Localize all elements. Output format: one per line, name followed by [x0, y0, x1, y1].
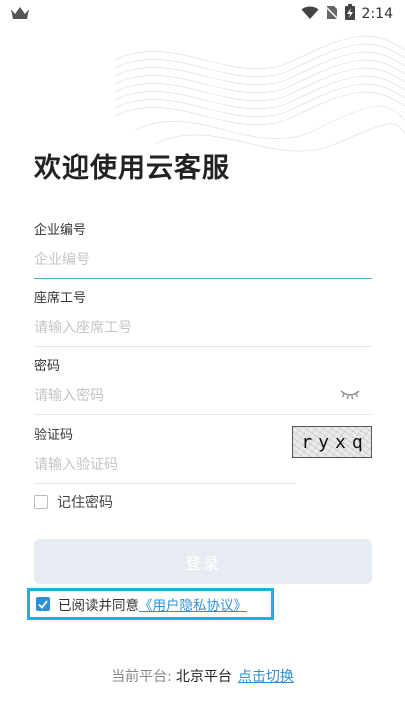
captcha-input[interactable]: [34, 455, 284, 475]
check-icon: [38, 599, 48, 609]
captcha-underline: [34, 483, 296, 484]
crown-icon: [10, 5, 30, 24]
company-input[interactable]: [34, 250, 372, 270]
status-bar: 2:14: [0, 0, 405, 28]
remember-label: 记住密码: [57, 495, 113, 511]
remember-checkbox[interactable]: [34, 495, 48, 509]
battery-charging-icon: [344, 4, 355, 24]
company-label: 企业编号: [34, 223, 87, 238]
captcha-image[interactable]: ryxq: [292, 426, 372, 458]
wifi-icon: [301, 5, 319, 24]
captcha-field: 验证码 ryxq: [34, 424, 372, 484]
login-button[interactable]: 登录: [34, 539, 372, 584]
agreement-prefix: 已阅读并同意: [58, 598, 139, 614]
seat-label: 座席工号: [34, 291, 87, 306]
agreement-checkbox[interactable]: [36, 597, 50, 611]
agreement-text: 已阅读并同意《用户隐私协议》: [58, 594, 247, 614]
platform-prefix: 当前平台:: [111, 669, 172, 685]
captcha-text: ryxq: [301, 431, 369, 453]
password-input[interactable]: [34, 386, 372, 406]
password-label: 密码: [34, 359, 61, 374]
status-time: 2:14: [361, 6, 393, 22]
password-field: 密码: [34, 355, 372, 415]
company-underline: [34, 278, 372, 279]
company-field: 企业编号: [34, 219, 372, 279]
seat-field: 座席工号: [34, 287, 372, 347]
status-icons: 2:14: [301, 4, 393, 24]
page-title: 欢迎使用云客服: [34, 153, 230, 184]
seat-underline: [34, 346, 372, 347]
platform-info: 当前平台: 北京平台 点击切换: [0, 666, 405, 686]
privacy-policy-link[interactable]: 《用户隐私协议》: [139, 598, 247, 614]
password-underline: [34, 414, 372, 415]
platform-name: 北京平台: [175, 669, 232, 685]
no-sim-icon: [325, 5, 339, 24]
switch-platform-link[interactable]: 点击切换: [238, 669, 294, 685]
agreement-row[interactable]: 已阅读并同意《用户隐私协议》: [27, 588, 274, 620]
seat-input[interactable]: [34, 318, 372, 338]
eye-closed-icon[interactable]: [340, 385, 360, 404]
remember-password[interactable]: 记住密码: [34, 492, 113, 512]
